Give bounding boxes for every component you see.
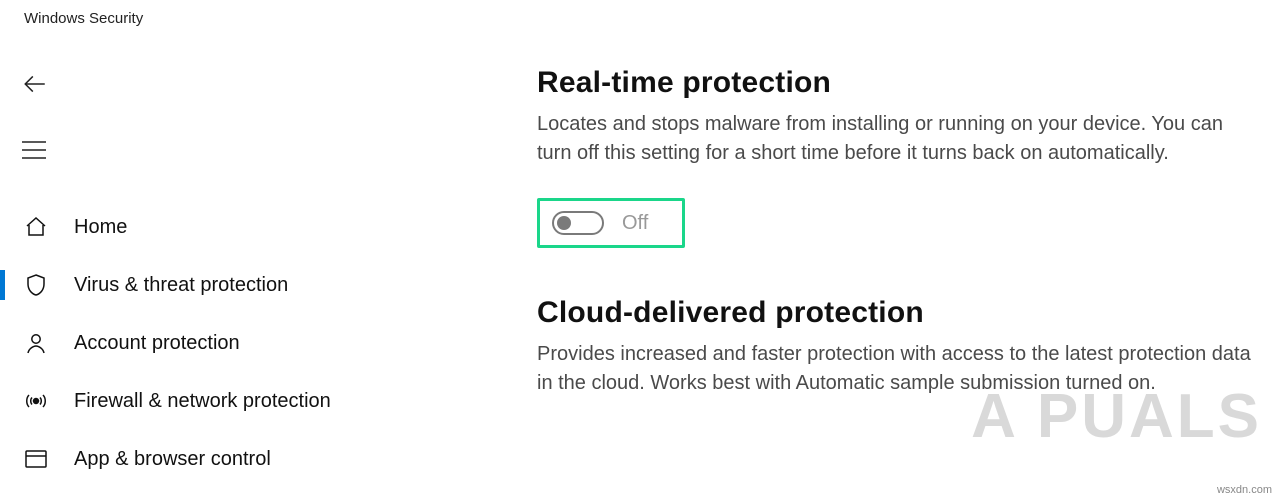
shield-icon xyxy=(22,271,50,299)
sidebar-item-label: Virus & threat protection xyxy=(74,274,288,297)
sidebar-item-home[interactable]: Home xyxy=(0,198,475,256)
sidebar-item-account[interactable]: Account protection xyxy=(0,314,475,372)
toggle-knob-icon xyxy=(557,216,571,230)
sidebar-item-app-browser[interactable]: App & browser control xyxy=(0,430,475,488)
sidebar-item-label: Firewall & network protection xyxy=(74,390,331,413)
realtime-toggle[interactable] xyxy=(552,211,604,235)
toggle-state-label: Off xyxy=(622,212,648,235)
back-button[interactable] xyxy=(0,60,48,108)
section-title: Cloud-delivered protection xyxy=(537,296,1262,330)
section-description: Locates and stops malware from installin… xyxy=(537,110,1257,168)
sidebar-item-label: Home xyxy=(74,216,127,239)
arrow-left-icon xyxy=(22,71,48,97)
section-description: Provides increased and faster protection… xyxy=(537,340,1257,398)
main-content: Real-time protection Locates and stops m… xyxy=(475,38,1282,502)
window-title: Windows Security xyxy=(0,0,1282,38)
section-cloud-protection: Cloud-delivered protection Provides incr… xyxy=(537,296,1262,398)
sidebar: Home Virus & threat protection Account p… xyxy=(0,38,475,502)
hamburger-icon xyxy=(22,141,46,159)
network-icon xyxy=(22,387,50,415)
nav-list: Home Virus & threat protection Account p… xyxy=(0,198,475,488)
section-realtime-protection: Real-time protection Locates and stops m… xyxy=(537,66,1262,248)
sidebar-item-label: Account protection xyxy=(74,332,240,355)
home-icon xyxy=(22,213,50,241)
sidebar-item-label: App & browser control xyxy=(74,448,271,471)
section-title: Real-time protection xyxy=(537,66,1262,100)
app-container: Home Virus & threat protection Account p… xyxy=(0,38,1282,502)
person-icon xyxy=(22,329,50,357)
sidebar-item-virus-threat[interactable]: Virus & threat protection xyxy=(0,256,475,314)
sidebar-item-firewall[interactable]: Firewall & network protection xyxy=(0,372,475,430)
highlight-box: Off xyxy=(537,198,685,248)
app-browser-icon xyxy=(22,445,50,473)
menu-button[interactable] xyxy=(0,126,48,174)
